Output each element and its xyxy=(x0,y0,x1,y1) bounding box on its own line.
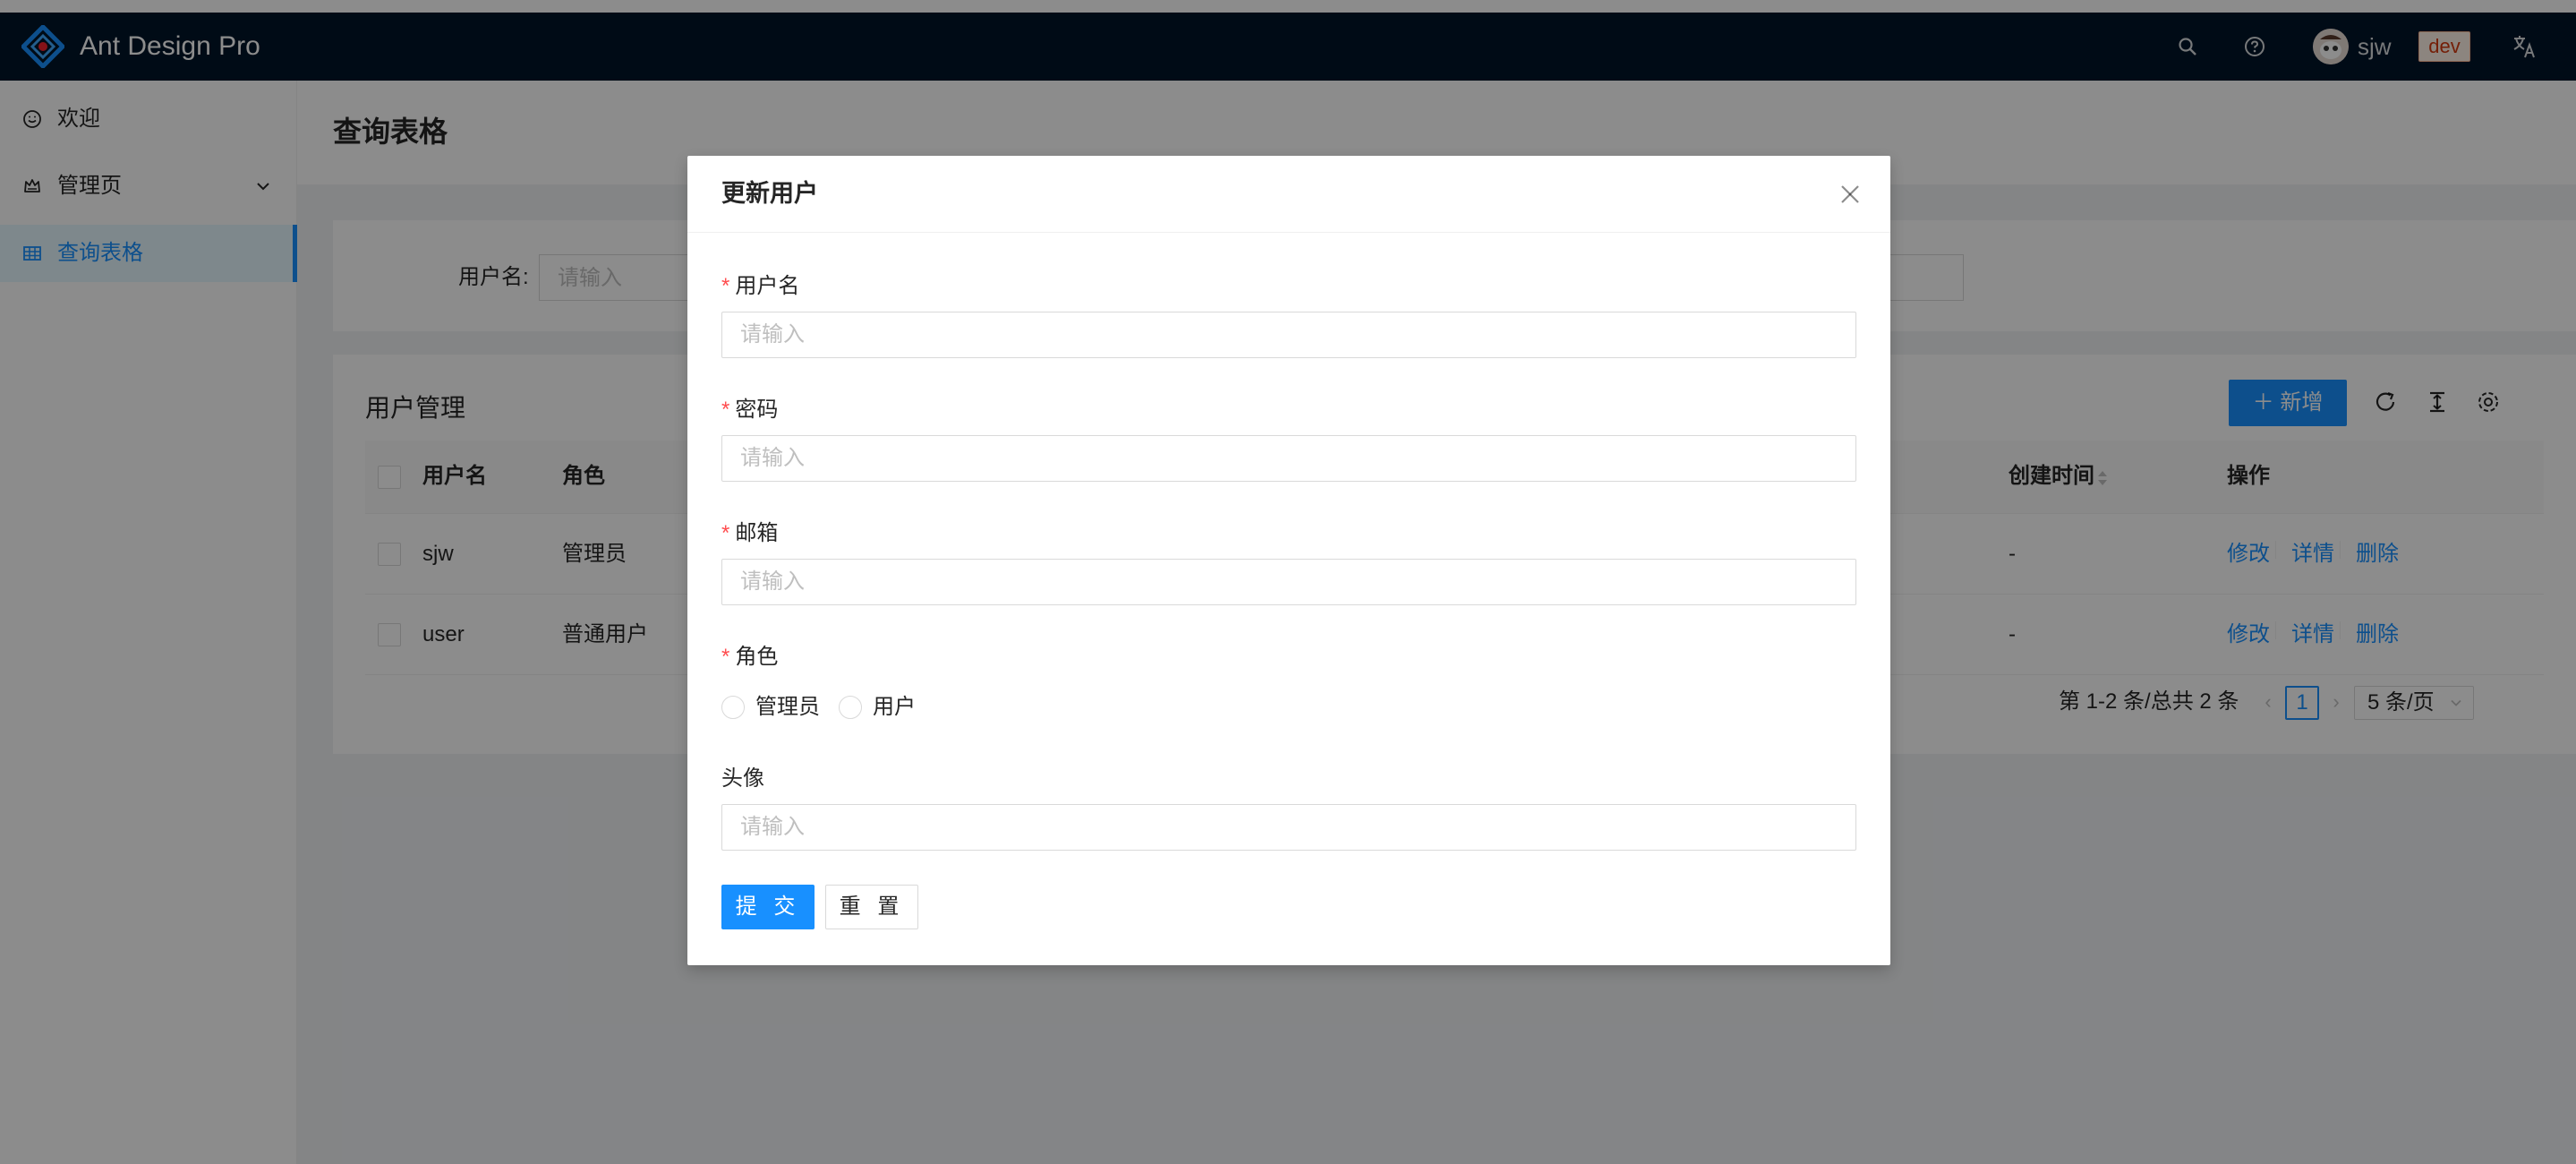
avatar-label: 头像 xyxy=(721,766,764,791)
password-label-text: 密码 xyxy=(735,398,779,422)
required-mark: * xyxy=(721,645,730,669)
update-user-modal: 更新用户 * 用户名 请输入 * 密码 请输入 * 邮箱 请输入 * 角色 管理员 用户… xyxy=(687,156,1890,965)
username-label: * 用户名 xyxy=(721,272,799,301)
avatar-field[interactable]: 请输入 xyxy=(721,804,1856,851)
role-label-text: 角色 xyxy=(735,645,779,669)
submit-button[interactable]: 提 交 xyxy=(721,885,815,929)
password-field[interactable]: 请输入 xyxy=(721,435,1856,482)
role-radio-user[interactable] xyxy=(839,696,862,719)
role-label: * 角色 xyxy=(721,643,778,672)
role-radio-admin[interactable] xyxy=(721,696,745,719)
role-option-admin-label[interactable]: 管理员 xyxy=(755,693,820,722)
email-label-text: 邮箱 xyxy=(735,521,779,545)
username-label-text: 用户名 xyxy=(735,274,800,298)
required-mark: * xyxy=(721,274,730,298)
modal-header: 更新用户 xyxy=(687,156,1890,233)
reset-button[interactable]: 重 置 xyxy=(825,885,918,929)
password-label: * 密码 xyxy=(721,396,778,424)
username-field[interactable]: 请输入 xyxy=(721,312,1856,358)
role-option-user-label[interactable]: 用户 xyxy=(873,693,916,722)
required-mark: * xyxy=(721,521,730,545)
modal-title: 更新用户 xyxy=(721,180,818,207)
close-icon[interactable] xyxy=(1838,183,1862,206)
required-mark: * xyxy=(721,398,730,422)
email-field[interactable]: 请输入 xyxy=(721,559,1856,605)
email-label: * 邮箱 xyxy=(721,519,778,548)
